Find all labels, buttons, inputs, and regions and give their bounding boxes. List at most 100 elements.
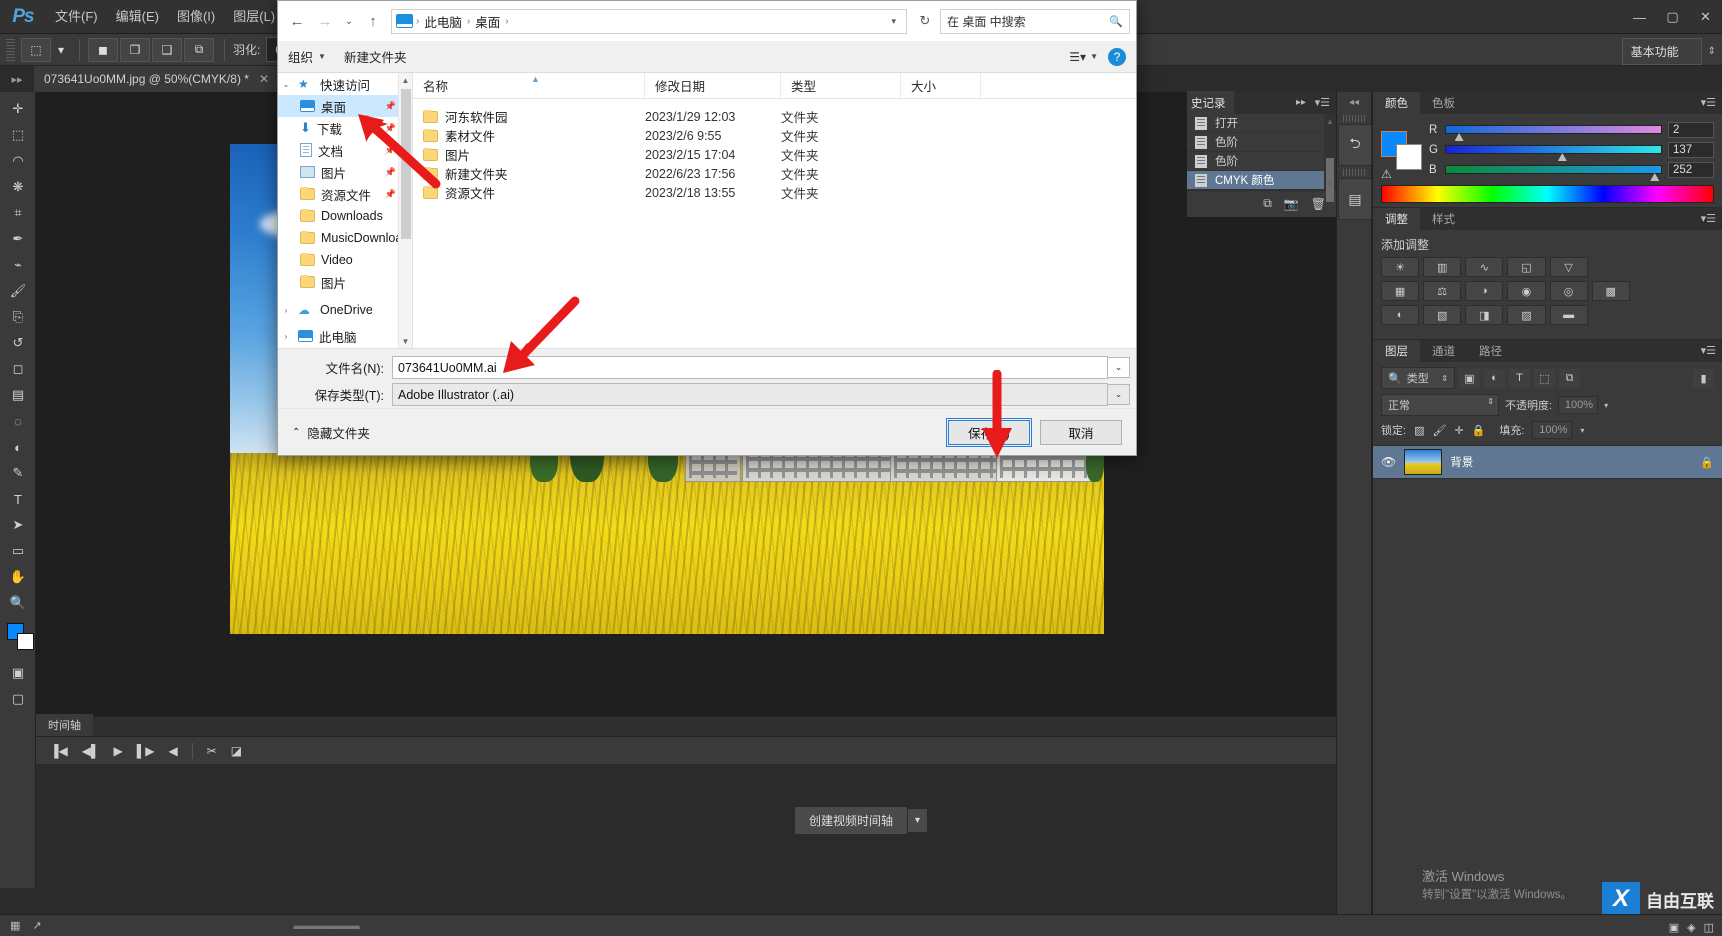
channel-mixer-icon[interactable]: ◎: [1549, 281, 1588, 301]
menu-edit[interactable]: 编辑(E): [107, 0, 168, 34]
filename-input[interactable]: 073641Uo0MM.ai: [392, 356, 1108, 379]
filter-type-icon[interactable]: T: [1509, 368, 1530, 388]
minimize-button[interactable]: —: [1623, 0, 1656, 34]
pen-tool-icon[interactable]: ✎: [0, 460, 36, 486]
column-header-name[interactable]: 名称: [413, 72, 645, 99]
pin-icon[interactable]: 📌: [385, 101, 396, 112]
column-header-date[interactable]: 修改日期: [645, 72, 781, 99]
healing-brush-tool-icon[interactable]: ⌁: [0, 252, 36, 278]
cancel-button[interactable]: 取消: [1040, 419, 1122, 445]
pin-icon[interactable]: 📌: [385, 189, 396, 200]
chevron-updown-icon[interactable]: ⇕: [1441, 374, 1448, 383]
opacity-value[interactable]: 100%: [1558, 396, 1599, 414]
footer-arrow-icon[interactable]: ↗: [32, 919, 41, 932]
layers-menu-icon[interactable]: ▾☰: [1701, 344, 1716, 357]
hand-tool-icon[interactable]: ✋: [0, 564, 36, 590]
recent-locations-icon[interactable]: ⌄: [340, 8, 358, 34]
next-frame-icon[interactable]: ▌▶: [137, 744, 155, 758]
exposure-icon[interactable]: ◱: [1507, 257, 1546, 277]
footer-grid-icon[interactable]: ▦: [10, 919, 20, 932]
pin-icon[interactable]: 📌: [385, 167, 396, 178]
gradient-tool-icon[interactable]: ▤: [0, 382, 36, 408]
history-item-active[interactable]: CMYK 颜色: [1187, 171, 1336, 190]
marquee-tool-icon[interactable]: ⬚: [0, 122, 36, 148]
view-options-button[interactable]: ☰▾ ▼: [1069, 50, 1098, 64]
quick-mask-icon[interactable]: ▣: [0, 660, 36, 686]
maximize-button[interactable]: ▢: [1656, 0, 1689, 34]
rail-grip[interactable]: [1343, 115, 1365, 122]
sidebar-item-this-pc[interactable]: › 此电脑: [278, 325, 412, 347]
color-swatches[interactable]: [0, 620, 36, 660]
create-timeline-dropdown-icon[interactable]: ▾: [907, 808, 929, 833]
color-slider-r[interactable]: R 2: [1429, 121, 1714, 141]
eyedropper-tool-icon[interactable]: ✒: [0, 226, 36, 252]
search-input[interactable]: 在 桌面 中搜索 🔍: [940, 8, 1130, 34]
new-document-from-state-icon[interactable]: ⧉: [1263, 196, 1272, 211]
channel-value-g[interactable]: 137: [1668, 141, 1714, 158]
sidebar-item-musicdownload[interactable]: MusicDownloa: [278, 227, 412, 249]
filename-dropdown-icon[interactable]: ⌄: [1108, 357, 1130, 378]
layer-filter-type-select[interactable]: 🔍 类型 ⇕: [1381, 367, 1455, 389]
brush-tool-icon[interactable]: 🖌: [0, 278, 36, 304]
history-menu-icon[interactable]: ▾☰: [1315, 96, 1330, 109]
history-item[interactable]: 色阶: [1187, 152, 1336, 171]
breadcrumb-dropdown-icon[interactable]: ▾: [885, 16, 902, 27]
chevron-down-icon[interactable]: ⌄: [280, 80, 292, 89]
hide-folders-toggle[interactable]: ⌃ 隐藏文件夹: [292, 423, 370, 442]
curves-icon[interactable]: ∿: [1465, 257, 1504, 277]
filter-shape-icon[interactable]: ⬚: [1534, 368, 1555, 388]
background-color-swatch[interactable]: [1396, 144, 1422, 170]
history-item[interactable]: 色阶: [1187, 133, 1336, 152]
menu-file[interactable]: 文件(F): [46, 0, 107, 34]
filetype-select[interactable]: Adobe Illustrator (.ai): [392, 383, 1108, 406]
help-button[interactable]: ?: [1108, 47, 1126, 66]
filetype-dropdown-icon[interactable]: ⌄: [1108, 384, 1130, 405]
slider-track-g[interactable]: [1445, 145, 1662, 161]
slider-thumb-g[interactable]: [1557, 153, 1567, 161]
fill-dropdown-icon[interactable]: ▾: [1580, 426, 1584, 435]
tab-layers[interactable]: 图层: [1373, 340, 1420, 362]
create-video-timeline-button[interactable]: 创建视频时间轴: [793, 806, 908, 835]
scroll-down-icon[interactable]: ▼: [1324, 177, 1336, 191]
history-brush-tool-icon[interactable]: ↺: [0, 330, 36, 356]
path-select-tool-icon[interactable]: ➤: [0, 512, 36, 538]
dodge-tool-icon[interactable]: ◐: [0, 434, 36, 460]
background-color-swatch[interactable]: [17, 633, 34, 650]
tool-options-caret-icon[interactable]: ▾: [53, 38, 69, 62]
tab-expand-icon[interactable]: ▸▸: [0, 66, 34, 92]
history-scrollbar[interactable]: ▲ ▼: [1324, 114, 1336, 202]
color-slider-g[interactable]: G 137: [1429, 141, 1714, 161]
chevron-right-icon[interactable]: ›: [280, 306, 292, 315]
menu-image[interactable]: 图像(I): [168, 0, 224, 34]
channel-value-r[interactable]: 2: [1668, 121, 1714, 138]
breadcrumb-this-pc[interactable]: 此电脑: [422, 12, 464, 31]
sidebar-item-downloads-folder[interactable]: Downloads: [278, 205, 412, 227]
save-as-dialog[interactable]: ← → ⌄ ↑ › 此电脑 › 桌面 › ▾ ↻ 在 桌面 中搜索 🔍 组织 ▼: [277, 0, 1137, 456]
sidebar-item-video[interactable]: Video: [278, 249, 412, 271]
selection-subtract-icon[interactable]: ❑: [152, 37, 182, 62]
tab-adjustments[interactable]: 调整: [1373, 208, 1420, 230]
clone-stamp-tool-icon[interactable]: ⎘: [0, 304, 36, 330]
sidebar-item-downloads[interactable]: ⬇ 下载 📌: [278, 117, 412, 139]
tray-icon[interactable]: ◈: [1687, 921, 1695, 934]
tab-timeline[interactable]: 时间轴: [36, 714, 93, 736]
close-button[interactable]: ✕: [1689, 0, 1722, 34]
lock-all-icon[interactable]: 🔒: [1472, 424, 1486, 437]
rail-collapse-icon[interactable]: ◂◂: [1337, 92, 1371, 112]
selection-add-icon[interactable]: ❐: [120, 37, 150, 62]
scroll-up-icon[interactable]: ▲: [399, 73, 412, 87]
file-list-area[interactable]: ▲ 名称 修改日期 类型 大小 河东软件园 2023/1/29 12:03 文件…: [413, 72, 1136, 348]
slider-thumb-b[interactable]: [1650, 173, 1660, 181]
hue-saturation-icon[interactable]: ▦: [1381, 281, 1420, 301]
sidebar-item-resource-files[interactable]: 资源文件 📌: [278, 183, 412, 205]
column-header-size[interactable]: 大小: [901, 72, 981, 99]
vibrance-icon[interactable]: ▽: [1549, 257, 1588, 277]
pin-icon[interactable]: 📌: [385, 145, 396, 156]
lasso-tool-icon[interactable]: ◠: [0, 148, 36, 174]
scroll-down-icon[interactable]: ▼: [399, 334, 412, 348]
menu-layer[interactable]: 图层(L): [224, 0, 284, 34]
tray-icon[interactable]: ◫: [1704, 921, 1714, 934]
marquee-tool-icon[interactable]: ⬚: [21, 37, 51, 62]
fill-value[interactable]: 100%: [1532, 421, 1573, 439]
transition-icon[interactable]: ◪: [231, 744, 242, 758]
